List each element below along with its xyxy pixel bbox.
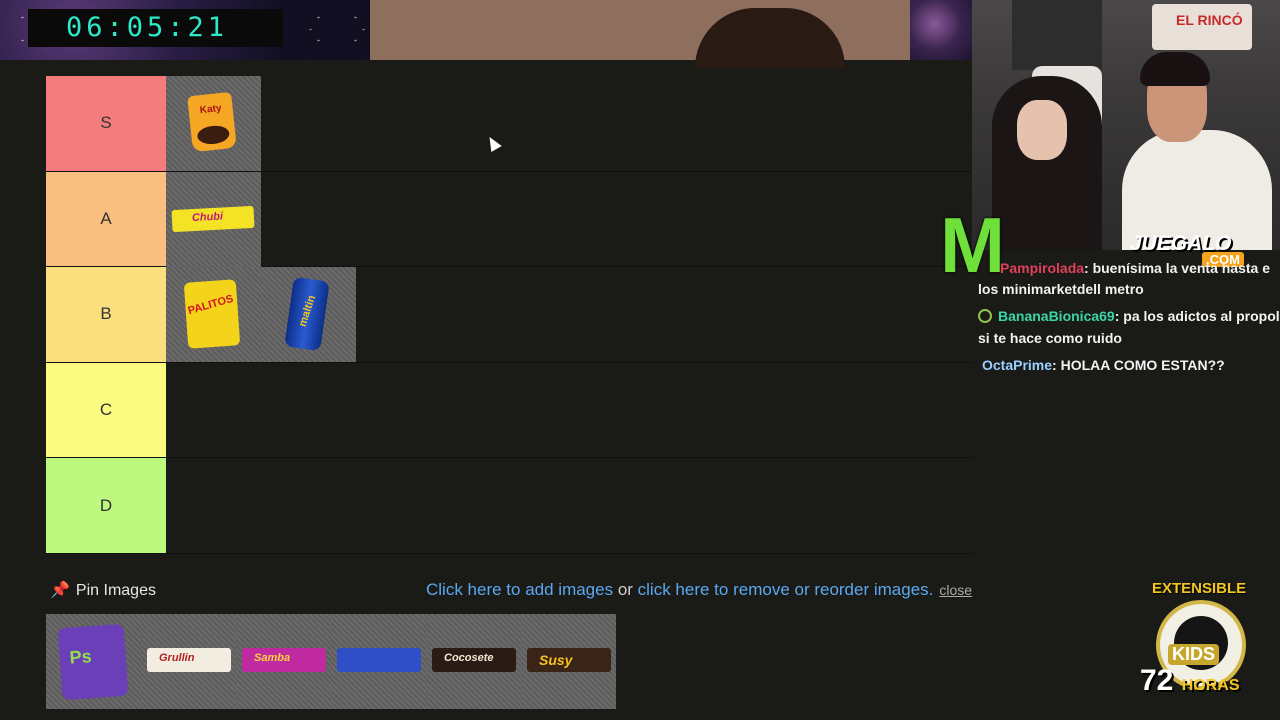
tier-label-b[interactable]: B [46,267,166,362]
overlay-art [910,0,972,60]
stream-timer: 06:05:21 [28,9,283,47]
chat-message: OctaPrime: HOLAA COMO ESTAN?? [978,355,1280,376]
webcam-feed: EL RINCÓ [972,0,1280,250]
tier-row-a: A Chubi [46,171,972,268]
pool-item-cocosete[interactable]: Cocosete [426,614,521,709]
tier-label-s[interactable]: S [46,76,166,171]
chat-text: : pa los adictos al propol [1114,308,1280,324]
add-images-link[interactable]: Click here to add images [426,580,613,599]
or-text: or [613,580,638,599]
tier-item-palitos[interactable]: PALITOS [166,267,261,363]
logo-hours-number: 72 [1140,664,1174,697]
item-label: Samba [254,652,291,664]
item-label: Katy [199,102,223,117]
pin-images-label: Pin Images [75,582,156,599]
image-actions: Click here to add images or click here t… [426,580,972,600]
chat-message: BananaBionica69: pa los adictos al propo… [978,306,1280,327]
katy-cookie-package-icon: Katy [187,91,237,153]
tier-list: S Katy A Chubi B PALITOS maltin C D [46,76,972,554]
pin-images-bar: 📌 Pin Images Click here to add images or … [46,578,1006,602]
item-label: PALITOS [186,293,235,318]
candy-bar-icon: Cocosete [432,648,516,672]
tier-label-c[interactable]: C [46,362,166,458]
pool-item-snack-bag[interactable]: Ps [46,614,141,709]
tier-items-a[interactable]: Chubi [166,171,972,267]
event-logo: EXTENSIBLE KIDS 72 HORAS [1140,578,1270,708]
chat-message: Pampirolada: buenísima la venta hasta e [978,258,1280,279]
stream-screen: 06:05:21 S Katy A Chubi B PALITOS maltin… [0,0,1280,720]
pool-item-blue-bar[interactable] [331,614,426,709]
face [1017,100,1067,160]
chat-text: : HOLAA COMO ESTAN?? [1052,357,1225,373]
tier-items-d[interactable] [166,458,972,553]
item-label: Cocosete [444,652,494,664]
tier-item-katy[interactable]: Katy [166,76,261,171]
tier-row-s: S Katy [46,76,972,172]
close-link[interactable]: close [939,582,972,598]
chat-username: BananaBionica69 [998,308,1115,324]
pool-item-samba[interactable]: Samba [236,614,331,709]
streamer-camera-strip [370,0,910,68]
chat-text: : buenísima la venta hasta e [1084,260,1270,276]
item-label: maltin [296,293,319,329]
cookie-icon [196,124,231,146]
chat-username: Pampirolada [1000,260,1085,276]
tier-row-b: B PALITOS maltin [46,267,972,363]
pool-item-grullin[interactable]: Grullin [141,614,236,709]
candy-bar-icon [337,648,421,672]
candy-bar-icon: Susy [527,648,611,672]
pool-item-susy[interactable]: Susy [521,614,616,709]
logo-hours: 72 HORAS [1140,664,1240,698]
tier-item-maltin[interactable]: maltin [261,267,356,363]
candy-bar-icon: Chubi [171,205,255,232]
tier-items-b[interactable]: PALITOS maltin [166,267,972,363]
logo-top-text: EXTENSIBLE [1152,580,1247,597]
chat-message-continued: los minimarketdell metro [978,281,1144,297]
maltin-can-icon: maltin [284,277,330,352]
chat-overlay: Pampirolada: buenísima la venta hasta e … [978,258,1280,380]
subscriber-badge-icon [978,309,992,323]
pin-icon: 📌 [50,582,70,599]
tier-items-s[interactable]: Katy [166,76,972,171]
head-silhouette [695,8,845,68]
item-label: Ps [68,646,93,668]
tier-item-candy-bar[interactable]: Chubi [166,171,261,267]
tier-items-c[interactable] [166,362,972,458]
chat-username: OctaPrime [982,357,1053,373]
chat-message-continued: si te hace como ruido [978,330,1122,346]
poster-text: EL RINCÓ [1176,12,1243,28]
shelf [1012,0,1102,70]
tier-row-d: D [46,458,972,554]
item-label: Chubi [191,210,224,224]
pin-images-toggle[interactable]: 📌 Pin Images [50,580,156,600]
item-label: Susy [539,652,573,668]
tier-label-a[interactable]: A [46,171,166,267]
palitos-bag-icon: PALITOS [183,279,241,349]
tier-label-d[interactable]: D [46,458,166,553]
hair [1140,52,1210,86]
wall-poster: EL RINCÓ [1152,4,1252,50]
reorder-images-link[interactable]: click here to remove or reorder images. [638,580,934,599]
timer-banner: 06:05:21 [0,0,370,60]
candy-bar-icon: Grullin [147,648,231,672]
logo-kids-text: KIDS [1168,644,1220,665]
logo-hours-label: HORAS [1181,677,1240,694]
tier-row-c: C [46,362,972,459]
image-pool: Ps Grullin Samba Cocosete Susy [46,614,616,709]
snack-bag-icon: Ps [57,623,129,701]
item-label: Grullin [159,652,195,664]
candy-bar-icon: Samba [242,648,326,672]
